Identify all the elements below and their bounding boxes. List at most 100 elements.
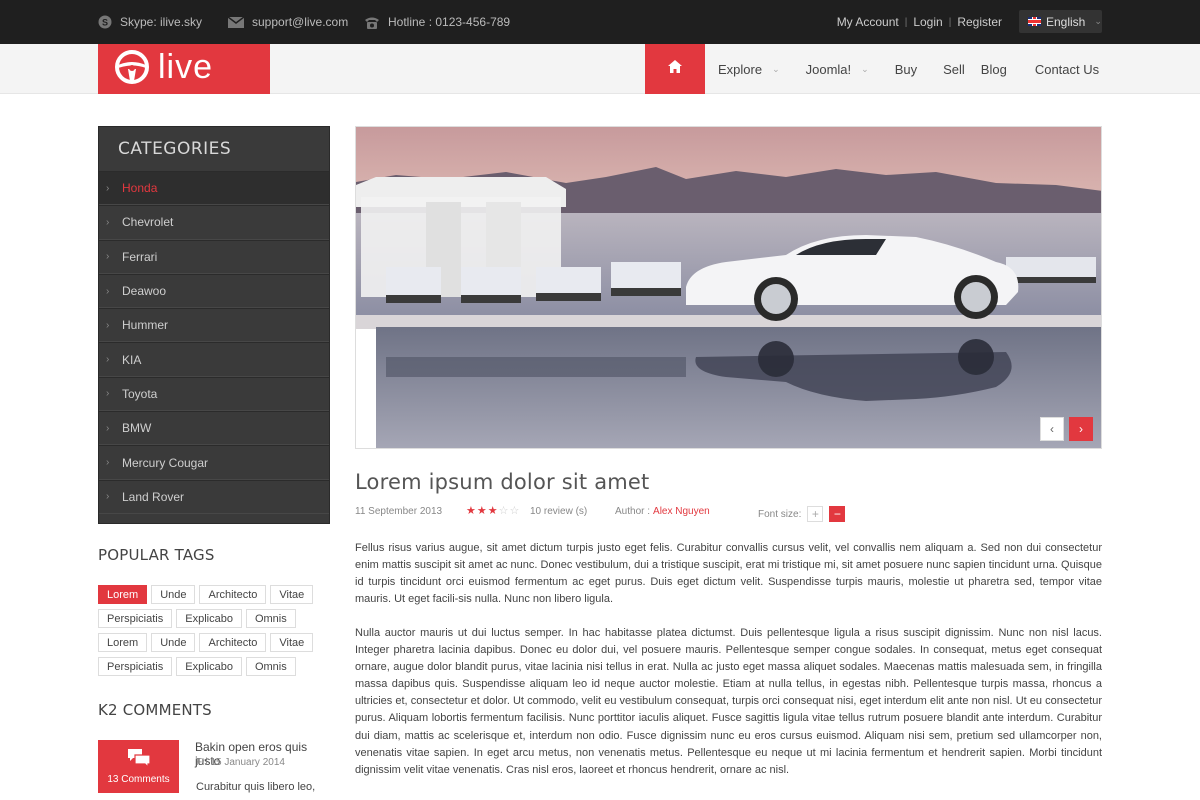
author-name[interactable]: Alex Nguyen bbox=[653, 506, 710, 517]
tag[interactable]: Unde bbox=[151, 585, 196, 604]
login-link[interactable]: Login bbox=[913, 15, 942, 29]
article-paragraph: Fellus risus varius augue, sit amet dict… bbox=[355, 542, 1102, 606]
tag[interactable]: Explicabo bbox=[176, 609, 242, 628]
nav-sell[interactable]: Sell bbox=[939, 44, 977, 94]
category-item[interactable]: › Ferrari bbox=[99, 239, 329, 274]
nav-explore[interactable]: Explore ⌄ bbox=[705, 44, 793, 94]
nav-blog-label: Blog bbox=[980, 61, 1007, 77]
k2-comments-title: K2 COMMENTS bbox=[98, 701, 212, 719]
chevron-right-icon: › bbox=[106, 422, 110, 434]
slider-prev-button[interactable]: ‹ bbox=[1040, 417, 1064, 441]
site-header: live Explore ⌄ Joomla! ⌄ Buy Sell Blog C… bbox=[0, 44, 1200, 94]
chevron-right-icon: › bbox=[106, 319, 110, 331]
popular-tags-title: POPULAR TAGS bbox=[98, 546, 215, 564]
category-item[interactable]: › Honda bbox=[99, 171, 329, 206]
register-link[interactable]: Register bbox=[957, 15, 1002, 29]
main-nav: Explore ⌄ Joomla! ⌄ Buy Sell Blog Contac… bbox=[645, 44, 1112, 94]
tag[interactable]: Explicabo bbox=[176, 657, 242, 676]
tag[interactable]: Vitae bbox=[270, 585, 314, 604]
category-label: Hummer bbox=[122, 318, 169, 333]
star-icon: ★ bbox=[476, 505, 487, 517]
tag[interactable]: Omnis bbox=[245, 609, 296, 628]
nav-contact[interactable]: Contact Us bbox=[1021, 44, 1112, 94]
tag[interactable]: Perspiciatis bbox=[98, 657, 173, 676]
nav-buy-label: Buy bbox=[894, 61, 918, 77]
tag[interactable]: Perspiciatis bbox=[98, 609, 173, 628]
tag[interactable]: Lorem bbox=[98, 633, 148, 652]
nav-joomla[interactable]: Joomla! ⌄ bbox=[793, 44, 882, 94]
font-decrease-button[interactable]: − bbox=[829, 506, 846, 522]
nav-contact-label: Contact Us bbox=[1034, 61, 1100, 77]
category-label: Toyota bbox=[122, 386, 158, 401]
font-size-label: Font size: bbox=[758, 508, 802, 520]
comment-count-badge[interactable]: 13 Comments bbox=[98, 740, 179, 793]
comments-icon bbox=[127, 748, 151, 770]
logo[interactable]: live bbox=[98, 44, 270, 94]
tag[interactable]: Unde bbox=[151, 633, 196, 652]
top-bar: S Skype: ilive.sky support@live.com Hotl… bbox=[0, 0, 1200, 44]
slide-image bbox=[356, 127, 1101, 448]
category-item[interactable]: › Land Rover bbox=[99, 479, 329, 514]
tag[interactable]: Architecto bbox=[199, 633, 267, 652]
nav-blog[interactable]: Blog bbox=[977, 44, 1021, 94]
tag[interactable]: Vitae bbox=[270, 633, 314, 652]
rating-stars[interactable]: ★ ★ ★ ☆ ☆ bbox=[466, 506, 519, 517]
logo-text: live bbox=[158, 48, 214, 86]
star-icon: ☆ bbox=[509, 505, 520, 517]
nav-buy[interactable]: Buy bbox=[882, 44, 939, 94]
category-item[interactable]: › Chevrolet bbox=[99, 205, 329, 240]
nav-sell-label: Sell bbox=[943, 61, 965, 77]
chevron-left-icon: ‹ bbox=[1050, 422, 1054, 436]
tag[interactable]: Lorem bbox=[98, 585, 148, 604]
chevron-down-icon: ⌄ bbox=[861, 63, 869, 74]
home-icon bbox=[668, 60, 682, 78]
separator: | bbox=[948, 16, 952, 28]
chevron-right-icon: › bbox=[1079, 422, 1083, 436]
skype-icon: S bbox=[98, 15, 112, 29]
nav-joomla-label: Joomla! bbox=[805, 61, 852, 77]
steering-wheel-icon bbox=[114, 49, 150, 90]
chevron-right-icon: › bbox=[106, 457, 110, 469]
review-count: 10 review (s) bbox=[530, 506, 588, 517]
comment-excerpt: Curabitur quis libero leo, bbox=[196, 781, 316, 793]
category-label: Chevrolet bbox=[122, 215, 174, 230]
chevron-right-icon: › bbox=[106, 251, 110, 263]
language-label: English bbox=[1046, 14, 1086, 29]
tag[interactable]: Architecto bbox=[199, 585, 267, 604]
skype-contact: S Skype: ilive.sky bbox=[98, 0, 202, 44]
image-slider: ‹ › bbox=[355, 126, 1102, 449]
category-item[interactable]: › BMW bbox=[99, 411, 329, 446]
article-author: Author : Alex Nguyen bbox=[615, 506, 710, 517]
hotline-contact: Hotline : 0123-456-789 bbox=[364, 0, 510, 44]
font-increase-button[interactable]: + bbox=[807, 506, 824, 522]
my-account-link[interactable]: My Account bbox=[837, 15, 899, 29]
skype-text: Skype: ilive.sky bbox=[120, 15, 203, 29]
category-item[interactable]: › Deawoo bbox=[99, 273, 329, 309]
star-icon: ★ bbox=[466, 505, 476, 517]
chevron-down-icon: ⌄ bbox=[772, 63, 780, 74]
phone-icon bbox=[364, 16, 380, 29]
chevron-down-icon: ⌄ bbox=[1094, 16, 1102, 26]
category-item[interactable]: › KIA bbox=[99, 342, 329, 377]
category-item[interactable]: › Mercury Cougar bbox=[99, 445, 329, 480]
chevron-right-icon: › bbox=[106, 285, 110, 297]
comment-date: Fri 15 January 2014 bbox=[196, 757, 285, 768]
mail-icon bbox=[228, 16, 244, 28]
category-label: Honda bbox=[122, 181, 158, 196]
category-item[interactable]: › Toyota bbox=[99, 376, 329, 412]
chevron-right-icon: › bbox=[106, 388, 110, 400]
slider-next-button[interactable]: › bbox=[1069, 417, 1093, 441]
nav-home[interactable] bbox=[645, 44, 705, 94]
categories-title: CATEGORIES bbox=[118, 139, 232, 159]
tag[interactable]: Omnis bbox=[245, 657, 296, 676]
chevron-right-icon: › bbox=[106, 354, 110, 366]
email-contact: support@live.com bbox=[228, 0, 348, 44]
article-paragraph: Nulla auctor mauris ut dui luctus semper… bbox=[355, 627, 1102, 776]
language-selector[interactable]: English ⌄ bbox=[1019, 10, 1102, 33]
star-icon: ★ bbox=[487, 505, 498, 517]
comment-item: 13 Comments Bakin open eros quis justo F… bbox=[98, 740, 330, 800]
email-text[interactable]: support@live.com bbox=[252, 15, 348, 29]
category-item[interactable]: › Hummer bbox=[99, 308, 329, 343]
font-size-control: Font size: + − bbox=[758, 506, 846, 522]
nav-explore-label: Explore bbox=[718, 61, 763, 77]
